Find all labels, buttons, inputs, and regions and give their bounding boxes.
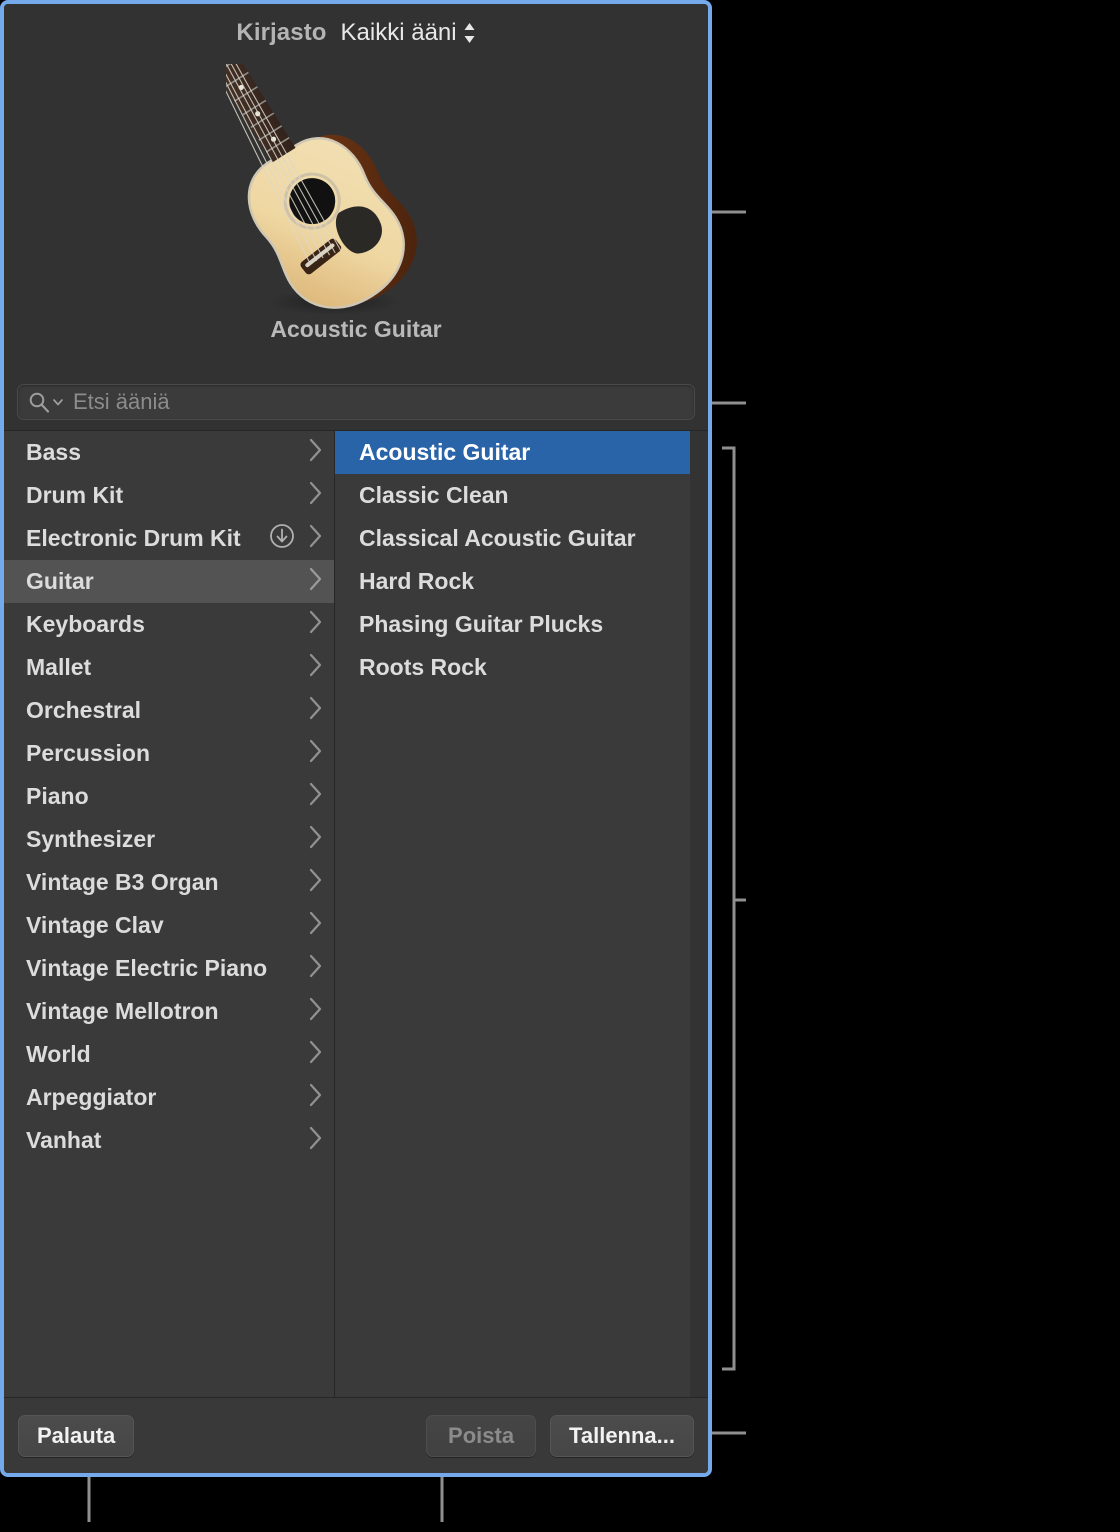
sound-filter-popup[interactable]: Kaikki ääni	[341, 19, 476, 47]
patch-scroll-gutter[interactable]	[690, 431, 708, 1397]
chevron-right-icon	[307, 996, 324, 1028]
category-row-label: Percussion	[26, 740, 299, 767]
search-row: Etsi ääniä	[4, 374, 708, 430]
category-row-label: Drum Kit	[26, 482, 299, 509]
search-placeholder: Etsi ääniä	[73, 389, 170, 415]
patch-artwork-caption: Acoustic Guitar	[270, 316, 441, 343]
patch-row-label: Classic Clean	[359, 482, 680, 509]
category-row[interactable]: Vintage B3 Organ	[4, 861, 334, 904]
chevron-right-icon	[307, 824, 324, 856]
button-bar-right-group: Poista Tallenna...	[426, 1415, 694, 1457]
chevron-right-icon	[307, 1039, 324, 1071]
category-row[interactable]: World	[4, 1033, 334, 1076]
chevron-right-icon	[307, 1125, 324, 1157]
patch-browser: Bass Drum Kit Electronic Drum Kit Guitar Key…	[4, 430, 708, 1397]
acoustic-guitar-image	[226, 64, 486, 314]
category-row[interactable]: Mallet	[4, 646, 334, 689]
category-row-label: Vintage B3 Organ	[26, 869, 299, 896]
library-panel: Kirjasto Kaikki ääni	[0, 0, 712, 1477]
category-row-label: Bass	[26, 439, 299, 466]
search-icon[interactable]	[28, 391, 64, 413]
chevron-right-icon	[307, 910, 324, 942]
chevron-down-icon	[52, 396, 64, 408]
chevron-right-icon	[307, 1082, 324, 1114]
save-button[interactable]: Tallenna...	[550, 1415, 694, 1457]
category-row-label: Arpeggiator	[26, 1084, 299, 1111]
category-row[interactable]: Piano	[4, 775, 334, 818]
chevron-right-icon	[307, 738, 324, 770]
category-row[interactable]: Percussion	[4, 732, 334, 775]
category-row[interactable]: Vintage Clav	[4, 904, 334, 947]
category-column[interactable]: Bass Drum Kit Electronic Drum Kit Guitar Key…	[4, 431, 335, 1397]
sound-filter-value: Kaikki ääni	[341, 19, 457, 47]
category-row-label: Piano	[26, 783, 299, 810]
chevron-right-icon	[307, 867, 324, 899]
category-row[interactable]: Synthesizer	[4, 818, 334, 861]
patch-row[interactable]: Phasing Guitar Plucks	[335, 603, 690, 646]
category-row[interactable]: Electronic Drum Kit	[4, 517, 334, 560]
chevron-right-icon	[307, 523, 324, 555]
patch-row-label: Roots Rock	[359, 654, 680, 681]
chevron-right-icon	[307, 437, 324, 469]
category-row[interactable]: Vanhat	[4, 1119, 334, 1162]
chevron-right-icon	[307, 953, 324, 985]
patch-column[interactable]: Acoustic Guitar Classic Clean Classical Ac…	[335, 431, 708, 1397]
category-row[interactable]: Vintage Mellotron	[4, 990, 334, 1033]
chevron-up-down-icon	[463, 21, 476, 45]
patch-row-label: Acoustic Guitar	[359, 439, 680, 466]
chevron-right-icon	[307, 695, 324, 727]
patch-row[interactable]: Roots Rock	[335, 646, 690, 689]
chevron-right-icon	[307, 652, 324, 684]
category-row-label: Vintage Clav	[26, 912, 299, 939]
search-input[interactable]: Etsi ääniä	[17, 384, 695, 420]
category-row[interactable]: Arpeggiator	[4, 1076, 334, 1119]
patch-list: Acoustic Guitar Classic Clean Classical Ac…	[335, 431, 690, 1397]
patch-row[interactable]: Hard Rock	[335, 560, 690, 603]
download-icon[interactable]	[269, 523, 295, 555]
category-row-label: Vintage Electric Piano	[26, 955, 299, 982]
chevron-right-icon	[307, 566, 324, 598]
category-row[interactable]: Guitar	[4, 560, 334, 603]
patch-row-label: Classical Acoustic Guitar	[359, 525, 680, 552]
patch-artwork-area: Acoustic Guitar	[4, 62, 708, 374]
category-row-label: Vintage Mellotron	[26, 998, 299, 1025]
category-row[interactable]: Bass	[4, 431, 334, 474]
category-row[interactable]: Vintage Electric Piano	[4, 947, 334, 990]
patch-row[interactable]: Acoustic Guitar	[335, 431, 690, 474]
category-row-label: Mallet	[26, 654, 299, 681]
patch-row-label: Hard Rock	[359, 568, 680, 595]
category-row-label: Vanhat	[26, 1127, 299, 1154]
panel-button-bar: Palauta Poista Tallenna...	[4, 1397, 708, 1473]
delete-button[interactable]: Poista	[426, 1415, 536, 1457]
category-row[interactable]: Drum Kit	[4, 474, 334, 517]
patch-row-label: Phasing Guitar Plucks	[359, 611, 680, 638]
chevron-right-icon	[307, 480, 324, 512]
patch-row[interactable]: Classic Clean	[335, 474, 690, 517]
category-row-label: World	[26, 1041, 299, 1068]
category-row-label: Synthesizer	[26, 826, 299, 853]
category-row-label: Guitar	[26, 568, 299, 595]
panel-header: Kirjasto Kaikki ääni	[4, 4, 708, 62]
category-row-label: Keyboards	[26, 611, 299, 638]
category-row-label: Orchestral	[26, 697, 299, 724]
chevron-right-icon	[307, 781, 324, 813]
category-row[interactable]: Keyboards	[4, 603, 334, 646]
chevron-right-icon	[307, 609, 324, 641]
revert-button[interactable]: Palauta	[18, 1415, 134, 1457]
category-row-label: Electronic Drum Kit	[26, 525, 259, 552]
patch-row[interactable]: Classical Acoustic Guitar	[335, 517, 690, 560]
category-row[interactable]: Orchestral	[4, 689, 334, 732]
library-title: Kirjasto	[236, 19, 326, 47]
